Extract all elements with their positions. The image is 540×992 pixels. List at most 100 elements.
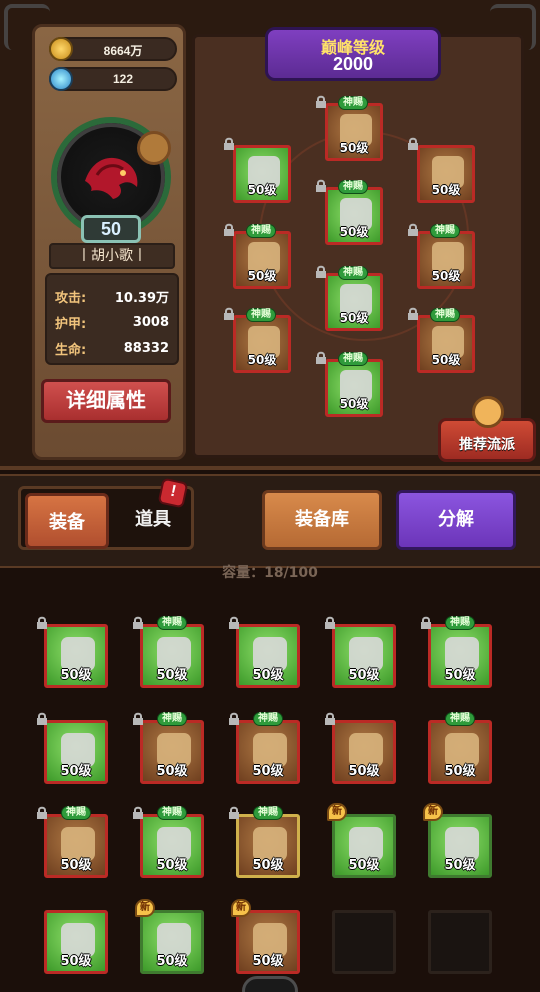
item-level: 50级	[252, 668, 284, 683]
player-level: 50	[81, 215, 141, 243]
lock-icon	[222, 306, 236, 320]
inventory-item[interactable]: 神赐 50级	[421, 616, 492, 688]
stat-value: 88332	[123, 340, 169, 356]
inventory-item[interactable]: 神赐 50级	[37, 806, 108, 878]
equip-slot-legs[interactable]: 神赐 50级	[316, 265, 383, 331]
inventory-item[interactable]: 新 50级	[423, 803, 492, 878]
divine-badge: 神赐	[430, 308, 460, 322]
item-level: 50级	[252, 858, 284, 873]
inventory-item[interactable]: 神赐 50级	[133, 616, 204, 688]
divine-badge: 神赐	[157, 806, 187, 820]
divine-badge: 神赐	[157, 712, 187, 726]
divine-badge: 神赐	[253, 806, 283, 820]
stat-value: 3008	[132, 314, 169, 330]
stat-attack: 攻击: 10.39万	[55, 283, 169, 309]
gold-resource: 8664万	[49, 37, 177, 61]
thumbs-up-icon	[472, 396, 504, 428]
inventory-item[interactable]: 50级	[37, 616, 108, 688]
divine-badge: 神赐	[430, 224, 460, 238]
lock-icon	[222, 136, 236, 150]
decompose-button[interactable]: 分解	[396, 490, 516, 550]
equip-slot-trinket[interactable]: 神赐 50级	[224, 307, 291, 373]
item-level: 50级	[348, 668, 380, 683]
stat-label: 护甲:	[55, 316, 87, 332]
equip-level: 50级	[247, 269, 277, 283]
inventory-item[interactable]: 50级	[229, 616, 300, 688]
top-panel: 8664万 122 50 丨胡小歌丨 攻击: 10.39万 护甲: 3008 生…	[0, 0, 540, 470]
peak-level-value: 2000	[332, 54, 374, 74]
inventory-item[interactable]: 神赐 50级	[428, 712, 492, 784]
lock-icon	[314, 94, 328, 108]
lock-icon	[419, 615, 433, 629]
equip-level: 50级	[339, 311, 369, 325]
inventory-item[interactable]: 50级	[325, 616, 396, 688]
inventory-item[interactable]: 新 50级	[135, 899, 204, 974]
item-level: 50级	[156, 858, 188, 873]
equipment-warehouse-button[interactable]: 装备库	[262, 490, 382, 550]
item-level: 50级	[156, 764, 188, 779]
equip-slot-gloves[interactable]: 神赐 50级	[224, 223, 291, 289]
peak-level-banner[interactable]: 巅峰等级 2000	[265, 27, 441, 81]
detail-attributes-button[interactable]: 详细属性	[41, 379, 171, 423]
tab-equipment[interactable]: 装备	[25, 493, 109, 549]
equip-level: 50级	[431, 183, 461, 197]
lock-icon	[314, 264, 328, 278]
equip-slot-boots[interactable]: 神赐 50级	[316, 351, 383, 417]
gem-resource: 122	[49, 67, 177, 91]
item-level: 50级	[156, 668, 188, 683]
equip-level: 50级	[339, 141, 369, 155]
lock-icon	[35, 711, 49, 725]
equip-slot-helmet[interactable]: 神赐 50级	[316, 95, 383, 161]
recommended-build-label: 推荐流派	[459, 437, 515, 453]
lock-icon	[227, 711, 241, 725]
inventory-item[interactable]: 50级	[325, 712, 396, 784]
item-level: 50级	[60, 668, 92, 683]
lock-icon	[131, 805, 145, 819]
lock-icon	[35, 805, 49, 819]
gold-amount: 8664万	[103, 44, 143, 58]
item-level: 50级	[60, 764, 92, 779]
equip-level: 50级	[339, 225, 369, 239]
equip-slot-shoulder[interactable]: 50级	[224, 137, 291, 203]
equip-slot-book[interactable]: 神赐 50级	[408, 307, 475, 373]
gem-icon	[49, 67, 73, 91]
inventory-item[interactable]: 50级	[37, 712, 108, 784]
capacity-value: 18/100	[264, 565, 318, 581]
stat-value: 10.39万	[114, 290, 169, 306]
lock-icon	[222, 222, 236, 236]
inventory-item[interactable]: 神赐 50级	[229, 712, 300, 784]
recommended-build-button[interactable]: 推荐流派	[438, 396, 536, 466]
inventory-item[interactable]: 新 50级	[231, 899, 300, 974]
lock-icon	[323, 615, 337, 629]
player-name: 丨胡小歌丨	[49, 243, 175, 269]
equip-slot-chest[interactable]: 神赐 50级	[316, 179, 383, 245]
swap-avatar-icon[interactable]	[137, 131, 171, 165]
stat-armor: 护甲: 3008	[55, 309, 169, 335]
equip-slot-ring[interactable]: 神赐 50级	[408, 223, 475, 289]
lock-icon	[227, 615, 241, 629]
lock-icon	[131, 711, 145, 725]
lock-icon	[35, 615, 49, 629]
equip-slot-necklace[interactable]: 50级	[408, 137, 475, 203]
item-level: 50级	[348, 858, 380, 873]
lock-icon	[406, 306, 420, 320]
item-level: 50级	[156, 954, 188, 969]
divine-badge: 神赐	[157, 616, 187, 630]
divine-badge: 神赐	[246, 224, 276, 238]
stat-label: 生命:	[55, 342, 87, 358]
divine-badge: 神赐	[338, 266, 368, 280]
inventory-item[interactable]: 50级	[44, 910, 108, 974]
empty-inventory-slot[interactable]	[332, 910, 396, 974]
item-level: 50级	[252, 764, 284, 779]
capacity-label: 容量：	[222, 565, 265, 581]
inventory-item[interactable]: 新 50级	[327, 803, 396, 878]
equip-level: 50级	[247, 183, 277, 197]
scroll-handle[interactable]	[242, 976, 298, 992]
equip-level: 50级	[339, 397, 369, 411]
inventory-item[interactable]: 神赐 50级	[133, 712, 204, 784]
inventory-item[interactable]: 神赐 50级	[133, 806, 204, 878]
inventory-item[interactable]: 神赐 50级	[229, 806, 300, 878]
equip-level: 50级	[431, 269, 461, 283]
item-level: 50级	[60, 858, 92, 873]
empty-inventory-slot[interactable]	[428, 910, 492, 974]
